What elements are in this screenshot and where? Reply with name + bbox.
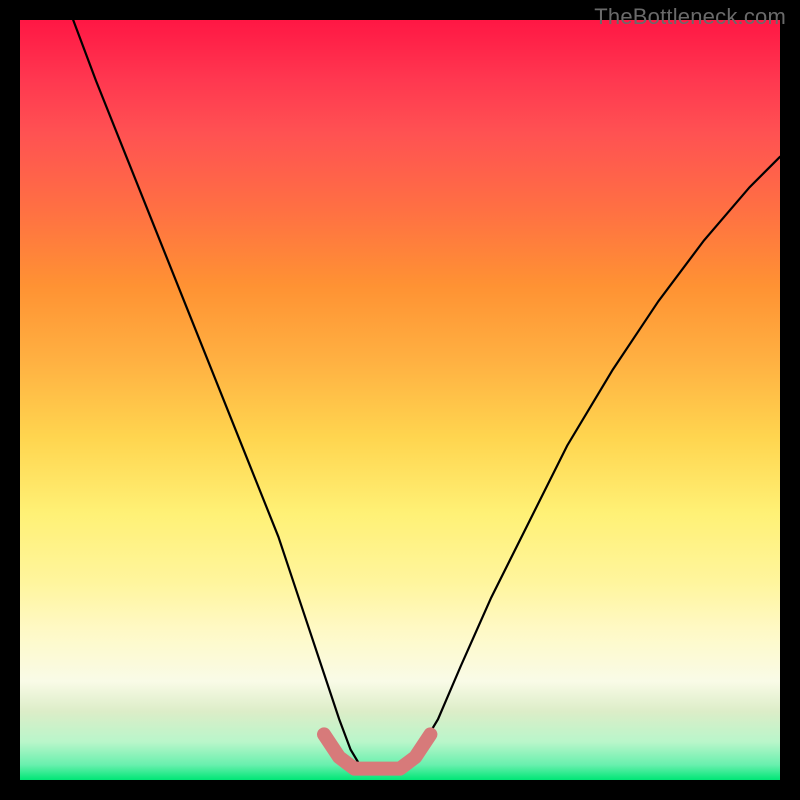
chart-container: TheBottleneck.com xyxy=(0,0,800,800)
bottom-highlight-line xyxy=(324,734,430,768)
chart-curve xyxy=(20,20,780,780)
bottleneck-curve-line xyxy=(73,20,780,769)
watermark-text: TheBottleneck.com xyxy=(594,4,786,30)
plot-area xyxy=(20,20,780,780)
